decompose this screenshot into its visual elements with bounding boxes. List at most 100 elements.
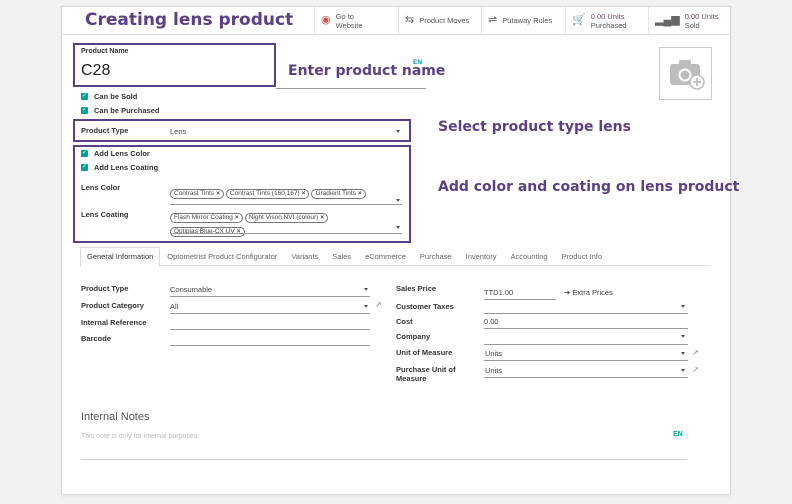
product-moves-button[interactable]: ⇆ Product Moves bbox=[398, 7, 481, 34]
external-link-icon[interactable]: ↗ bbox=[692, 365, 699, 374]
barcode-label: Barcode bbox=[81, 334, 112, 343]
product-form-sheet: Creating lens product ◉ Go to Website ⇆ P… bbox=[61, 6, 739, 495]
smart-value: 0.00 Units bbox=[590, 11, 625, 21]
smart-label: Product Moves bbox=[419, 16, 470, 25]
company-input[interactable] bbox=[484, 344, 688, 345]
lens-color-tag[interactable]: Gradient Tints × bbox=[311, 189, 366, 199]
lens-coating-tag[interactable]: Night Vison NVI (colour) × bbox=[244, 213, 329, 223]
external-link-icon[interactable]: ↗ bbox=[692, 348, 699, 357]
purchase-uom-label: Purchase Unit of Measure bbox=[396, 365, 456, 383]
sales-price-label: Sales Price bbox=[396, 284, 437, 293]
smart-label: Website bbox=[335, 20, 363, 30]
purchase-uom-select[interactable]: Units bbox=[485, 366, 502, 375]
chevron-down-icon bbox=[681, 305, 685, 308]
smart-label: Putaway Rules bbox=[502, 16, 553, 25]
annotation-product-type: Select product type lens bbox=[438, 119, 631, 135]
lens-color-tag[interactable]: Contrast Tints (160,167) × bbox=[225, 189, 310, 199]
general-product-type-label: Product Type bbox=[81, 284, 129, 293]
close-icon[interactable]: × bbox=[320, 214, 324, 221]
cost-underline bbox=[484, 328, 688, 329]
uom-select[interactable]: Units bbox=[485, 349, 502, 358]
customer-taxes-label: Customer Taxes bbox=[396, 302, 454, 311]
tab-sales[interactable]: Sales bbox=[325, 247, 358, 265]
cost-input[interactable]: 0.00 bbox=[484, 317, 499, 326]
putaway-rules-button[interactable]: ⇌ Putaway Rules bbox=[481, 7, 561, 34]
purchased-button[interactable]: 🛒 0.00 Units Purchased bbox=[565, 7, 648, 34]
product-name-underline bbox=[276, 88, 426, 89]
product-category-underline bbox=[170, 313, 370, 314]
close-icon[interactable]: × bbox=[302, 190, 306, 197]
lens-coating-tag[interactable]: Flash Mirror Coating × bbox=[170, 213, 243, 223]
customer-taxes-input[interactable] bbox=[484, 313, 688, 314]
tab-inventory[interactable]: Inventory bbox=[459, 247, 504, 265]
tab-optometrist-configurator[interactable]: Optometrist Product Configurator bbox=[160, 247, 284, 265]
can-be-sold-label: Can be Sold bbox=[94, 92, 138, 101]
cart-icon: 🛒 bbox=[572, 14, 586, 26]
barcode-input[interactable] bbox=[170, 345, 370, 346]
product-name-label: Product Name bbox=[81, 48, 129, 55]
sales-price-underline bbox=[484, 299, 556, 300]
sold-button[interactable]: ▂▄▆ 0.00 Units Sold bbox=[648, 7, 731, 34]
go-to-website-button[interactable]: ◉ Go to Website bbox=[314, 7, 394, 34]
camera-icon bbox=[670, 60, 705, 90]
internal-reference-input[interactable] bbox=[170, 329, 370, 330]
close-icon[interactable]: × bbox=[235, 214, 239, 221]
chevron-down-icon bbox=[681, 335, 685, 338]
chevron-down-icon bbox=[681, 352, 685, 355]
annotation-lens-options: Add color and coating on lens product bbox=[438, 179, 740, 195]
chevron-down-icon bbox=[681, 369, 685, 372]
purchase-uom-underline bbox=[484, 377, 688, 378]
uom-label: Unit of Measure bbox=[396, 348, 453, 357]
notes-lang-button[interactable]: EN bbox=[673, 431, 683, 438]
can-be-sold-checkbox[interactable]: ✓ bbox=[81, 93, 88, 100]
close-icon[interactable]: × bbox=[216, 190, 220, 197]
chevron-down-icon bbox=[364, 288, 368, 291]
smart-label: Go to bbox=[335, 11, 354, 21]
tab-general-information[interactable]: General Information bbox=[80, 247, 161, 267]
company-label: Company bbox=[396, 332, 431, 341]
cost-label: Cost bbox=[396, 317, 413, 326]
smart-label: Purchased bbox=[590, 20, 627, 30]
general-product-type-select[interactable]: Consumable bbox=[170, 285, 212, 294]
product-image-placeholder[interactable] bbox=[659, 47, 712, 100]
tab-ecommerce[interactable]: eCommerce bbox=[358, 247, 413, 265]
arrows-icon: ⇆ bbox=[405, 14, 415, 26]
annotation-product-name: Enter product name bbox=[288, 63, 446, 79]
tab-product-info[interactable]: Product Info bbox=[555, 247, 609, 265]
can-be-purchased-label: Can be Purchased bbox=[94, 106, 160, 115]
product-name-input[interactable]: C28 bbox=[81, 62, 110, 80]
extra-prices-button[interactable]: ➜ Extra Prices bbox=[564, 288, 613, 297]
product-type-select[interactable]: Lens bbox=[170, 127, 186, 136]
add-lens-color-checkbox[interactable]: ✓ bbox=[81, 150, 88, 157]
add-lens-coating-checkbox[interactable]: ✓ bbox=[81, 164, 88, 171]
can-be-purchased-checkbox[interactable]: ✓ bbox=[81, 107, 88, 114]
bars-icon: ▂▄▆ bbox=[655, 14, 680, 26]
lens-coating-underline bbox=[170, 233, 402, 234]
lens-coating-tag[interactable]: Optiplas Blue-CX UV × bbox=[170, 227, 245, 237]
external-link-icon[interactable]: ↗ bbox=[375, 300, 382, 309]
chevron-down-icon bbox=[396, 226, 400, 229]
smart-label: Sold bbox=[684, 20, 700, 30]
internal-notes-input[interactable]: This note is only for internal purposes. bbox=[81, 433, 199, 440]
smart-value: 0.00 Units bbox=[684, 11, 719, 21]
lens-color-tags[interactable]: Contrast Tints × Contrast Tints (160,167) ×… bbox=[170, 182, 400, 200]
lens-color-underline bbox=[170, 204, 402, 205]
product-type-label: Product Type bbox=[81, 126, 129, 135]
close-icon[interactable]: × bbox=[358, 190, 362, 197]
shuffle-icon: ⇌ bbox=[488, 14, 498, 26]
lens-color-tag[interactable]: Contrast Tints × bbox=[170, 189, 224, 199]
general-product-type-underline bbox=[170, 296, 370, 297]
chevron-down-icon bbox=[364, 305, 368, 308]
internal-reference-label: Internal Reference bbox=[81, 318, 147, 327]
tab-purchase[interactable]: Purchase bbox=[413, 247, 459, 265]
sales-price-input[interactable]: TTD1.00 bbox=[484, 288, 513, 297]
form-topbar: Creating lens product ◉ Go to Website ⇆ P… bbox=[62, 7, 730, 35]
lens-color-label: Lens Color bbox=[81, 183, 121, 192]
chevron-down-icon bbox=[396, 130, 400, 133]
tab-accounting[interactable]: Accounting bbox=[503, 247, 554, 265]
tab-variants[interactable]: Variants bbox=[284, 247, 325, 265]
page-title: Creating lens product bbox=[85, 10, 294, 30]
product-category-select[interactable]: All bbox=[170, 302, 178, 311]
uom-underline bbox=[484, 360, 688, 361]
lens-coating-label: Lens Coating bbox=[81, 210, 129, 219]
